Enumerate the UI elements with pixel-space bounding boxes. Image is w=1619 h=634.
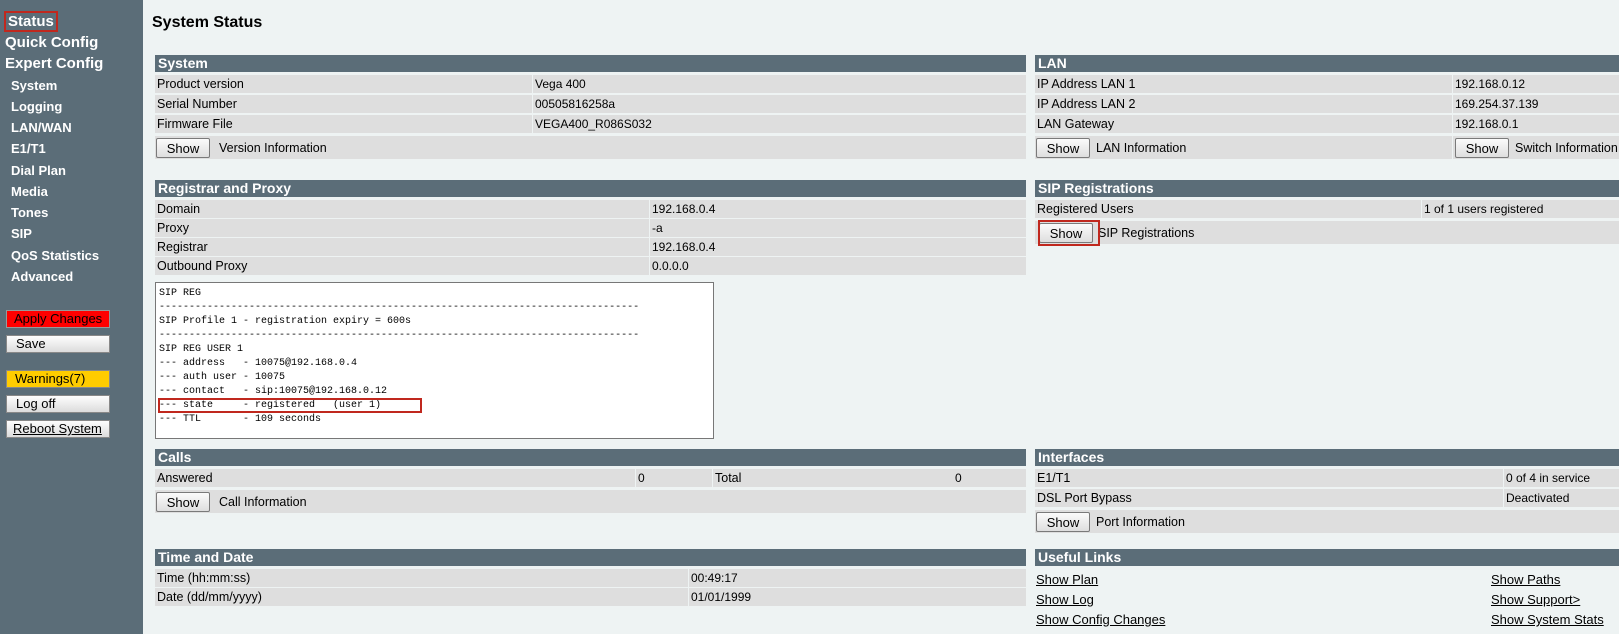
registrar-value: 192.168.0.4 xyxy=(650,200,1026,218)
lan-label: LAN Gateway xyxy=(1035,115,1452,133)
registrar-label: Domain xyxy=(155,200,649,218)
switch-button-row: Show Switch Information xyxy=(1453,136,1619,159)
interfaces-label: DSL Port Bypass xyxy=(1035,489,1503,507)
lan-label: IP Address LAN 2 xyxy=(1035,95,1452,113)
registrar-section-header: Registrar and Proxy xyxy=(155,180,1026,197)
lan-value: 192.168.0.12 xyxy=(1453,75,1619,93)
switch-information-label: Switch Information xyxy=(1515,141,1618,155)
show-plan-link[interactable]: Show Plan xyxy=(1036,572,1098,587)
nav-expert-config[interactable]: Expert Config xyxy=(5,55,103,72)
nav-system[interactable]: System xyxy=(11,78,57,93)
nav-e1-t1[interactable]: E1/T1 xyxy=(11,141,46,156)
calls-section-header: Calls xyxy=(155,449,1026,466)
answered-value: 0 xyxy=(636,469,712,487)
nav-dial-plan[interactable]: Dial Plan xyxy=(11,163,66,178)
log-off-button[interactable]: Log off xyxy=(6,395,110,413)
lan-button-row: Show LAN Information xyxy=(1035,136,1452,159)
interfaces-label: E1/T1 xyxy=(1035,469,1503,487)
state-highlight-box xyxy=(158,398,422,413)
answered-label: Answered xyxy=(155,469,635,487)
nav-sip[interactable]: SIP xyxy=(11,226,32,241)
time-value: 00:49:17 xyxy=(689,569,1026,587)
reboot-system-button[interactable]: Reboot System xyxy=(6,420,110,438)
sip-registrations-section-header: SIP Registrations xyxy=(1035,180,1619,197)
system-section-header: System xyxy=(155,55,1026,72)
port-information-label: Port Information xyxy=(1096,515,1185,529)
time-date-section-header: Time and Date xyxy=(155,549,1026,566)
system-label: Serial Number xyxy=(155,95,532,113)
lan-information-label: LAN Information xyxy=(1096,141,1187,155)
nav-qos-statistics[interactable]: QoS Statistics xyxy=(11,248,99,263)
registrar-label: Proxy xyxy=(155,219,649,237)
sidebar: Status Quick Config Expert Config System… xyxy=(0,0,143,634)
nav-advanced[interactable]: Advanced xyxy=(11,269,73,284)
show-switch-button[interactable]: Show xyxy=(1455,138,1509,158)
useful-links-section-header: Useful Links xyxy=(1035,549,1619,566)
lan-value: 169.254.37.139 xyxy=(1453,95,1619,113)
show-ports-button[interactable]: Show xyxy=(1036,512,1090,532)
interfaces-value: 0 of 4 in service xyxy=(1504,469,1619,487)
show-system-stats-link[interactable]: Show System Stats xyxy=(1491,612,1604,627)
lan-label: IP Address LAN 1 xyxy=(1035,75,1452,93)
registrar-label: Registrar xyxy=(155,238,649,256)
show-lan-button[interactable]: Show xyxy=(1036,138,1090,158)
total-value: 0 xyxy=(953,469,1026,487)
nav-media[interactable]: Media xyxy=(11,184,48,199)
sip-registrations-label: SIP Registrations xyxy=(1098,226,1195,240)
system-value: Vega 400 xyxy=(533,75,1026,93)
time-label: Time (hh:mm:ss) xyxy=(155,569,688,587)
interfaces-value: Deactivated xyxy=(1504,489,1619,507)
sip-registrations-button-row: Show SIP Registrations xyxy=(1035,221,1619,244)
nav-quick-config[interactable]: Quick Config xyxy=(5,34,98,51)
apply-changes-button[interactable]: Apply Changes xyxy=(6,310,110,328)
system-button-row: Show Version Information xyxy=(155,136,1026,159)
nav-lan-wan[interactable]: LAN/WAN xyxy=(11,120,72,135)
system-label: Product version xyxy=(155,75,532,93)
system-value: 00505816258a xyxy=(533,95,1026,113)
registrar-label: Outbound Proxy xyxy=(155,257,649,275)
interfaces-section-header: Interfaces xyxy=(1035,449,1619,466)
registered-users-value: 1 of 1 users registered xyxy=(1422,200,1619,218)
page-title: System Status xyxy=(152,14,263,31)
sip-reg-output-box[interactable]: SIP REG --------------------------------… xyxy=(155,282,714,439)
date-label: Date (dd/mm/yyyy) xyxy=(155,588,688,606)
nav-logging[interactable]: Logging xyxy=(11,99,62,114)
calls-button-row: Show Call Information xyxy=(155,490,1026,513)
show-paths-link[interactable]: Show Paths xyxy=(1491,572,1560,587)
system-value: VEGA400_R086S032 xyxy=(533,115,1026,133)
date-value: 01/01/1999 xyxy=(689,588,1026,606)
show-version-button[interactable]: Show xyxy=(156,138,210,158)
registrar-value: 192.168.0.4 xyxy=(650,238,1026,256)
registered-users-label: Registered Users xyxy=(1035,200,1421,218)
sip-show-highlight-box xyxy=(1038,220,1100,246)
save-button[interactable]: Save xyxy=(6,335,110,353)
registrar-value: -a xyxy=(650,219,1026,237)
nav-tones[interactable]: Tones xyxy=(11,205,48,220)
show-support-link[interactable]: Show Support> xyxy=(1491,592,1580,607)
interfaces-button-row: Show Port Information xyxy=(1035,510,1619,533)
show-log-link[interactable]: Show Log xyxy=(1036,592,1094,607)
call-information-label: Call Information xyxy=(219,495,307,509)
registrar-value: 0.0.0.0 xyxy=(650,257,1026,275)
version-information-label: Version Information xyxy=(219,141,327,155)
nav-status[interactable]: Status xyxy=(4,11,58,32)
lan-value: 192.168.0.1 xyxy=(1453,115,1619,133)
show-calls-button[interactable]: Show xyxy=(156,492,210,512)
show-config-changes-link[interactable]: Show Config Changes xyxy=(1036,612,1165,627)
warnings-button[interactable]: Warnings(7) xyxy=(6,370,110,388)
lan-section-header: LAN xyxy=(1035,55,1619,72)
system-label: Firmware File xyxy=(155,115,532,133)
